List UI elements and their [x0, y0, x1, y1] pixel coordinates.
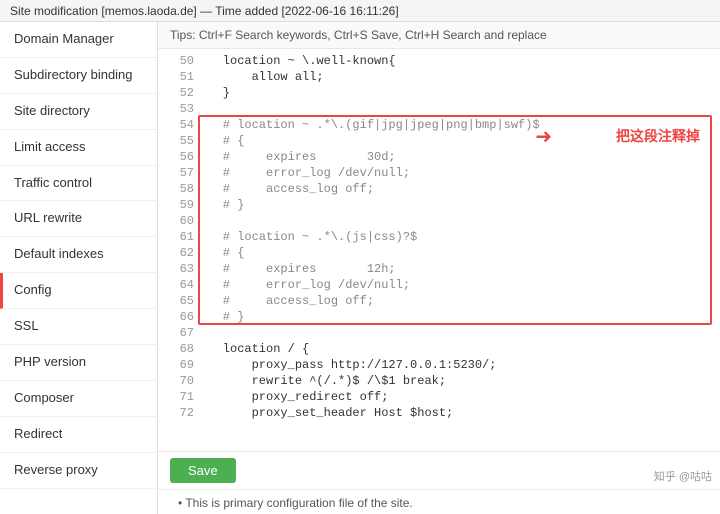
main-container: Domain ManagerSubdirectory bindingSite d…	[0, 22, 720, 514]
tips-bar: Tips: Ctrl+F Search keywords, Ctrl+S Sav…	[158, 22, 720, 49]
table-row: 67	[158, 325, 720, 341]
sidebar: Domain ManagerSubdirectory bindingSite d…	[0, 22, 158, 514]
table-row: 66 # }	[158, 309, 720, 325]
sidebar-item-config[interactable]: Config	[0, 273, 157, 309]
table-row: 71 proxy_redirect off;	[158, 389, 720, 405]
table-row: 55 # {	[158, 133, 720, 149]
table-row: 62 # {	[158, 245, 720, 261]
table-row: 51 allow all;	[158, 69, 720, 85]
table-row: 63 # expires 12h;	[158, 261, 720, 277]
sidebar-item-limit-access[interactable]: Limit access	[0, 130, 157, 166]
table-row: 68 location / {	[158, 341, 720, 357]
sidebar-item-composer[interactable]: Composer	[0, 381, 157, 417]
tips-text: Tips: Ctrl+F Search keywords, Ctrl+S Sav…	[170, 28, 547, 42]
table-row: 59 # }	[158, 197, 720, 213]
table-row: 70 rewrite ^(/.*)$ /\$1 break;	[158, 373, 720, 389]
sidebar-item-traffic-control[interactable]: Traffic control	[0, 166, 157, 202]
table-row: 64 # error_log /dev/null;	[158, 277, 720, 293]
sidebar-item-ssl[interactable]: SSL	[0, 309, 157, 345]
table-row: 54 # location ~ .*\.(gif|jpg|jpeg|png|bm…	[158, 117, 720, 133]
code-wrapper: 50 location ~ \.well-known{51 allow all;…	[158, 49, 720, 451]
save-button[interactable]: Save	[170, 458, 236, 483]
sidebar-item-php-version[interactable]: PHP version	[0, 345, 157, 381]
table-row: 65 # access_log off;	[158, 293, 720, 309]
watermark: 知乎 @咕咕	[654, 468, 712, 484]
sidebar-item-domain-manager[interactable]: Domain Manager	[0, 22, 157, 58]
title-bar: Site modification [memos.laoda.de] — Tim…	[0, 0, 720, 22]
table-row: 50 location ~ \.well-known{	[158, 53, 720, 69]
save-bar: Save	[158, 451, 720, 489]
table-row: 60	[158, 213, 720, 229]
sidebar-item-default-indexes[interactable]: Default indexes	[0, 237, 157, 273]
code-table: 50 location ~ \.well-known{51 allow all;…	[158, 53, 720, 421]
table-row: 61 # location ~ .*\.(js|css)?$	[158, 229, 720, 245]
sidebar-item-reverse-proxy[interactable]: Reverse proxy	[0, 453, 157, 489]
sidebar-item-redirect[interactable]: Redirect	[0, 417, 157, 453]
footer-note: This is primary configuration file of th…	[158, 489, 720, 514]
sidebar-item-site-directory[interactable]: Site directory	[0, 94, 157, 130]
table-row: 52 }	[158, 85, 720, 101]
table-row: 72 proxy_set_header Host $host;	[158, 405, 720, 421]
table-row: 53	[158, 101, 720, 117]
table-row: 56 # expires 30d;	[158, 149, 720, 165]
title-text: Site modification [memos.laoda.de] — Tim…	[10, 4, 399, 18]
table-row: 57 # error_log /dev/null;	[158, 165, 720, 181]
sidebar-item-subdirectory-binding[interactable]: Subdirectory binding	[0, 58, 157, 94]
table-row: 69 proxy_pass http://127.0.0.1:5230/;	[158, 357, 720, 373]
content-area: Tips: Ctrl+F Search keywords, Ctrl+S Sav…	[158, 22, 720, 514]
sidebar-item-url-rewrite[interactable]: URL rewrite	[0, 201, 157, 237]
code-area[interactable]: 50 location ~ \.well-known{51 allow all;…	[158, 49, 720, 451]
table-row: 58 # access_log off;	[158, 181, 720, 197]
